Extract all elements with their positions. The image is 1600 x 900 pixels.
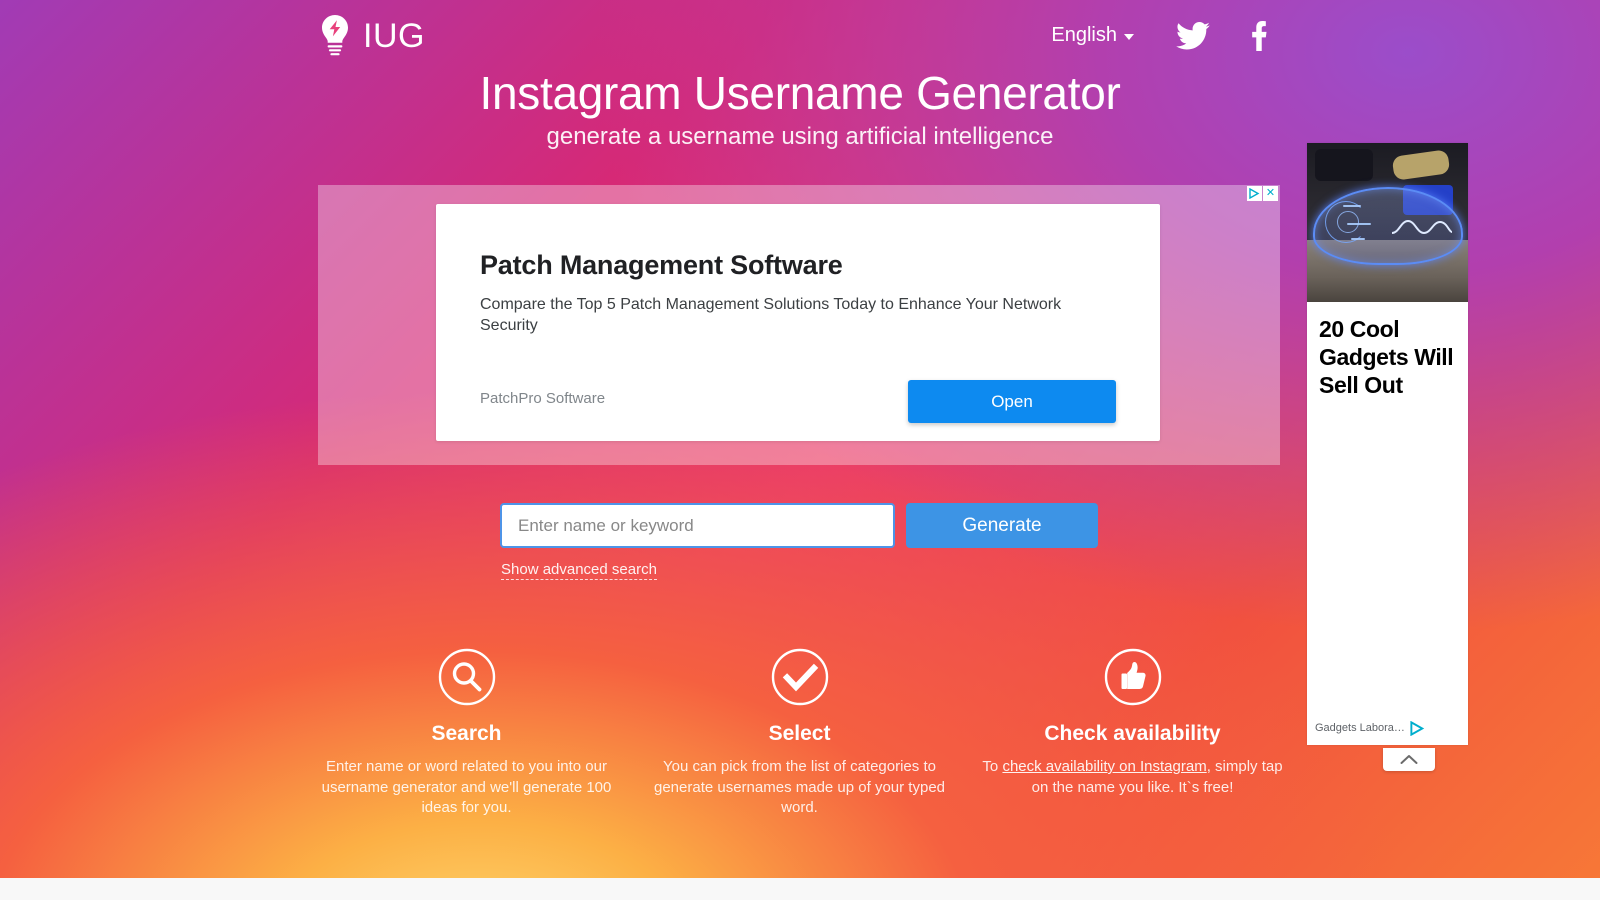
page-title: Instagram Username Generator [479,67,1121,119]
show-advanced-search-link[interactable]: Show advanced search [501,561,657,580]
hud-wave-icon [1391,219,1453,235]
page-root: IUG English Instagram Username Generator… [0,0,1600,900]
feature-title: Search [431,722,502,745]
feature-title: Select [768,722,831,745]
sidebar-ad-footer: Gadgets Labora… [1307,711,1468,745]
adchoices-triangle-icon [1249,188,1260,199]
feature-description: To check availability on Instagram, simp… [966,757,1299,798]
logo-text: IUG [363,17,425,55]
search-input[interactable] [500,503,895,548]
features-section: Search Enter name or word related to you… [300,648,1300,819]
feature-select: Select You can pick from the list of cat… [633,648,966,819]
twitter-icon[interactable] [1176,21,1210,50]
feature-check-availability: Check availability To check availability… [966,648,1299,819]
ad-card[interactable]: Patch Management Software Compare the To… [436,204,1160,441]
site-header: IUG English [0,0,1600,76]
ad-headline: Patch Management Software [480,250,843,280]
sidebar-ad-advertiser: Gadgets Labora… [1315,722,1405,734]
ad-open-button[interactable]: Open [908,380,1116,423]
language-selector[interactable]: English [1045,20,1140,51]
sidebar-ad-collapse-button[interactable] [1383,748,1435,771]
search-icon [300,648,633,706]
ad-body-text: Compare the Top 5 Patch Management Solut… [480,296,1062,334]
generate-button[interactable]: Generate [906,503,1098,548]
adchoices-icon[interactable] [1247,186,1262,201]
thumbs-up-icon [966,648,1299,706]
language-label: English [1051,24,1117,46]
logo[interactable]: IUG [318,14,425,58]
sidebar-ad-image [1307,143,1468,302]
header-actions: English [1045,20,1272,51]
feature-description: Enter name or word related to you into o… [321,758,612,817]
chevron-up-icon [1400,755,1418,764]
feature-title: Check availability [1044,722,1221,745]
sidebar-advertisement[interactable]: 20 Cool Gadgets Will Sell Out Gadgets La… [1307,143,1468,745]
feature-search: Search Enter name or word related to you… [300,648,633,819]
check-icon [633,648,966,706]
facebook-icon[interactable] [1246,20,1272,51]
feature-description-prefix: To [982,758,1003,775]
instagram-availability-link[interactable]: check availability on Instagram [1002,758,1206,775]
adchoices-icon[interactable] [1410,720,1425,736]
gradient-background: IUG English Instagram Username Generator… [0,0,1600,878]
adchoices-bar: ✕ [1247,186,1278,201]
lightbulb-bolt-icon [322,15,348,56]
sidebar-ad-headline: 20 Cool Gadgets Will Sell Out [1319,316,1454,399]
close-icon[interactable]: ✕ [1263,186,1278,201]
page-bottom-strip [0,878,1600,900]
feature-description: You can pick from the list of categories… [653,758,945,817]
ad-advertiser-name: PatchPro Software [480,390,606,407]
search-form: Generate [500,503,1098,548]
chevron-down-icon [1124,34,1134,40]
banner-advertisement: ✕ Patch Management Software Compare the … [318,185,1280,465]
